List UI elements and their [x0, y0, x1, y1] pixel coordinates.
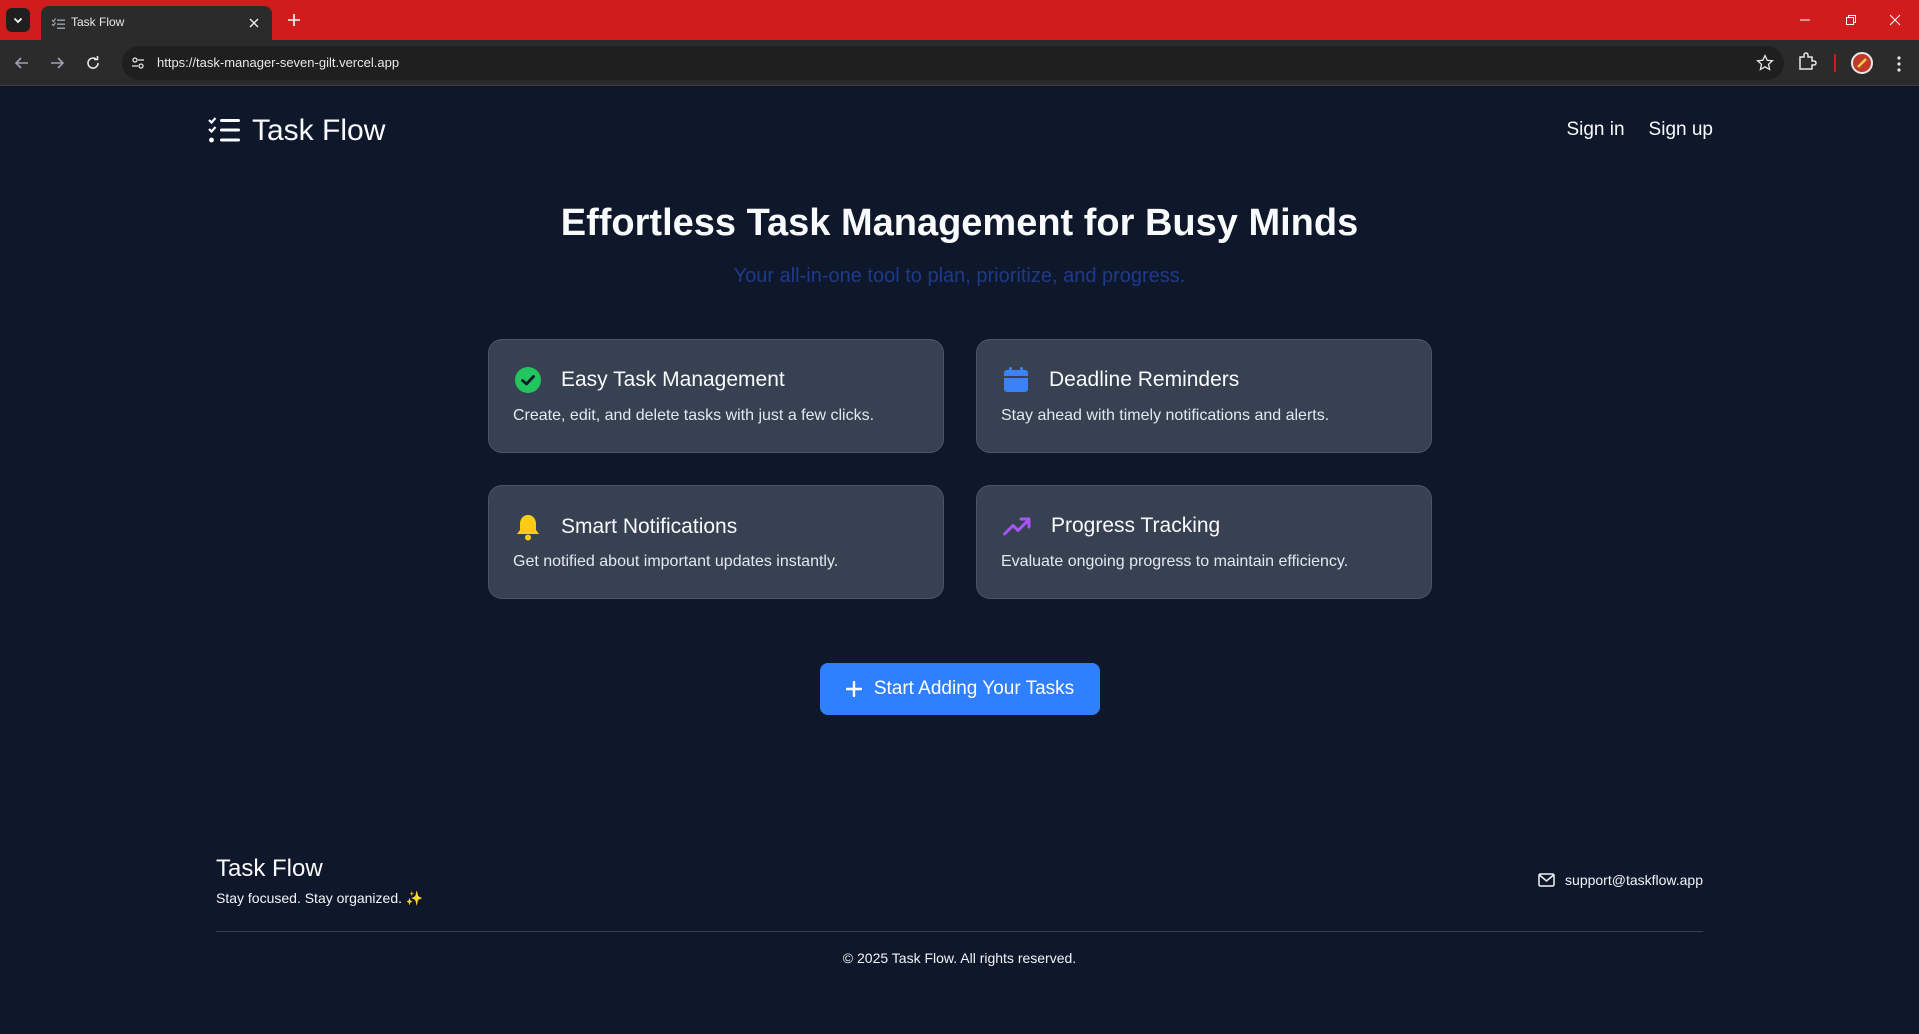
sign-in-link[interactable]: Sign in [1566, 118, 1624, 142]
arrow-right-icon [51, 57, 65, 69]
plus-icon [845, 681, 862, 697]
hero-title: Effortless Task Management for Busy Mind… [560, 202, 1359, 244]
feature-card-progress-tracking: Progress Tracking Evaluate ongoing progr… [976, 485, 1432, 599]
site-logo[interactable]: Task Flow [208, 113, 385, 149]
feature-title: Progress Tracking [1051, 514, 1221, 537]
close-icon [1889, 14, 1901, 26]
hero-subtitle: Your all-in-one tool to plan, prioritize… [733, 265, 1186, 287]
feature-description: Evaluate ongoing progress to maintain ef… [1001, 553, 1349, 570]
star-icon[interactable] [1756, 54, 1774, 72]
mail-icon [1538, 873, 1555, 887]
toolbar-separator [1834, 54, 1836, 72]
feature-card-deadline-reminders: Deadline Reminders Stay ahead with timel… [976, 339, 1432, 453]
footer-tagline: Stay focused. Stay organized. ✨ [216, 890, 424, 906]
avatar-icon [1857, 58, 1867, 68]
feature-description: Get notified about important updates ins… [513, 553, 839, 570]
auth-nav: Sign in Sign up [1566, 118, 1713, 142]
new-tab-button[interactable] [284, 10, 304, 30]
arrow-left-icon [14, 57, 28, 69]
sign-up-link[interactable]: Sign up [1649, 118, 1713, 142]
browser-toolbar: https://task-manager-seven-gilt.vercel.a… [0, 40, 1919, 86]
logo-text: Task Flow [252, 114, 386, 147]
close-window-button[interactable] [1883, 8, 1907, 32]
feature-card-smart-notifications: Smart Notifications Get notified about i… [488, 485, 944, 599]
browser-menu-button[interactable] [1887, 52, 1911, 76]
check-circle-icon [515, 367, 541, 393]
browser-tab-bar: Task Flow [0, 0, 1919, 40]
page: Task Flow Sign in Sign up Effortless Tas… [0, 87, 1919, 1034]
trending-up-icon [1003, 517, 1031, 536]
close-icon [249, 18, 259, 28]
forward-button[interactable] [45, 51, 69, 75]
restore-icon [1846, 15, 1856, 25]
start-adding-tasks-button[interactable]: Start Adding Your Tasks [820, 663, 1100, 715]
feature-description: Stay ahead with timely notifications and… [1001, 407, 1330, 424]
tab-search-button[interactable] [6, 8, 30, 32]
footer-email: support@taskflow.app [1565, 872, 1703, 888]
profile-avatar[interactable] [1851, 52, 1873, 74]
feature-title: Easy Task Management [561, 368, 785, 391]
list-check-icon [208, 117, 240, 143]
address-bar[interactable]: https://task-manager-seven-gilt.vercel.a… [122, 46, 1784, 80]
reload-icon [87, 56, 99, 69]
extensions-icon[interactable] [1797, 51, 1817, 71]
url-text: https://task-manager-seven-gilt.vercel.a… [157, 55, 400, 70]
feature-title: Smart Notifications [561, 515, 738, 538]
feature-title: Deadline Reminders [1049, 368, 1240, 391]
browser-tab[interactable]: Task Flow [41, 6, 272, 40]
feature-description: Create, edit, and delete tasks with just… [513, 407, 875, 424]
feature-card-task-management: Easy Task Management Create, edit, and d… [488, 339, 944, 453]
minimize-button[interactable] [1793, 8, 1817, 32]
minimize-icon [1800, 19, 1810, 21]
favicon-icon [51, 18, 65, 29]
restore-button[interactable] [1839, 8, 1863, 32]
site-info-icon[interactable] [130, 55, 146, 71]
cta-label: Start Adding Your Tasks [873, 678, 1075, 699]
reload-button[interactable] [81, 51, 105, 75]
chevron-down-icon [13, 17, 23, 24]
more-vertical-icon [1897, 56, 1901, 72]
tab-title: Task Flow [71, 15, 125, 29]
footer-divider [216, 931, 1703, 932]
bell-icon [517, 515, 539, 541]
tab-close-button[interactable] [246, 15, 262, 31]
back-button[interactable] [10, 51, 34, 75]
footer-email-link[interactable]: support@taskflow.app [1538, 871, 1703, 889]
copyright: © 2025 Task Flow. All rights reserved. [842, 950, 1077, 966]
footer-brand: Task Flow [216, 855, 323, 882]
calendar-icon [1004, 367, 1028, 392]
plus-icon [288, 14, 300, 26]
